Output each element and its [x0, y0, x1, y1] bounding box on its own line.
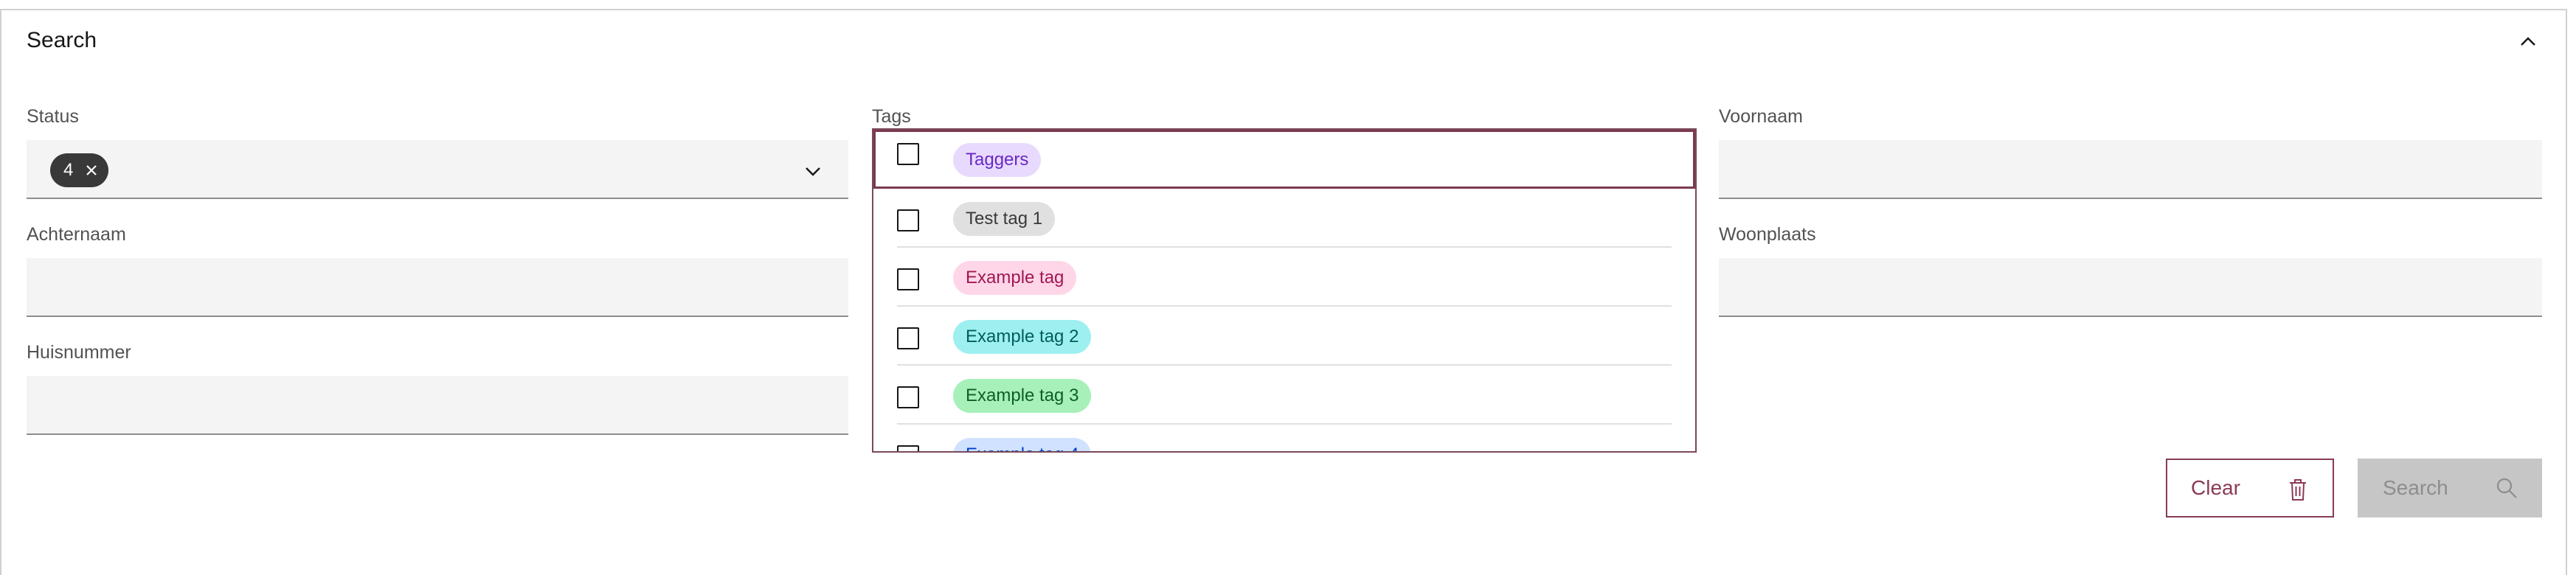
tag-option[interactable]: Taggers: [873, 130, 1695, 189]
trash-icon: [2287, 478, 2309, 501]
checkbox[interactable]: [897, 445, 919, 451]
achternaam-label: Achternaam: [27, 224, 126, 245]
tags-dropdown-list[interactable]: Taggers Test tag 1 Example tag Example t…: [872, 128, 1697, 453]
tags-label: Tags: [872, 106, 911, 127]
chevron-up-icon[interactable]: [2517, 31, 2539, 53]
woonplaats-input[interactable]: [1719, 258, 2542, 317]
tag-option[interactable]: Example tag 4: [873, 425, 1695, 451]
chevron-down-icon[interactable]: [803, 161, 823, 181]
woonplaats-label: Woonplaats: [1719, 224, 1816, 245]
voornaam-input[interactable]: [1719, 140, 2542, 199]
tag-chip: Example tag 4: [953, 438, 1092, 451]
tag-chip: Example tag 2: [953, 320, 1092, 354]
tag-option[interactable]: Example tag 2: [873, 307, 1695, 366]
search-button-label: Search: [2383, 476, 2448, 499]
checkbox[interactable]: [897, 327, 919, 349]
close-icon[interactable]: [83, 162, 100, 178]
tag-chip: Example tag: [953, 261, 1077, 295]
clear-button[interactable]: Clear: [2166, 459, 2334, 518]
tag-chip: Test tag 1: [953, 202, 1056, 236]
checkbox[interactable]: [897, 268, 919, 290]
status-chip-count: 4: [63, 160, 74, 180]
status-chip: 4: [50, 153, 109, 187]
voornaam-label: Voornaam: [1719, 106, 1803, 127]
tag-option[interactable]: Example tag: [873, 248, 1695, 307]
clear-button-label: Clear: [2191, 476, 2240, 499]
tag-chip: Taggers: [953, 143, 1042, 177]
tag-chip: Example tag 3: [953, 379, 1092, 413]
status-label: Status: [27, 106, 79, 127]
status-select[interactable]: 4: [27, 140, 848, 199]
huisnummer-label: Huisnummer: [27, 342, 131, 363]
huisnummer-input[interactable]: [27, 376, 848, 435]
tag-option[interactable]: Test tag 1: [873, 189, 1695, 248]
search-button[interactable]: Search: [2358, 459, 2542, 518]
checkbox[interactable]: [897, 209, 919, 231]
achternaam-input[interactable]: [27, 258, 848, 317]
checkbox[interactable]: [897, 143, 919, 165]
checkbox[interactable]: [897, 386, 919, 408]
tag-option[interactable]: Example tag 3: [873, 366, 1695, 425]
search-icon: [2495, 476, 2518, 500]
search-panel-header[interactable]: Search: [1, 10, 2566, 69]
panel-title: Search: [27, 28, 97, 52]
